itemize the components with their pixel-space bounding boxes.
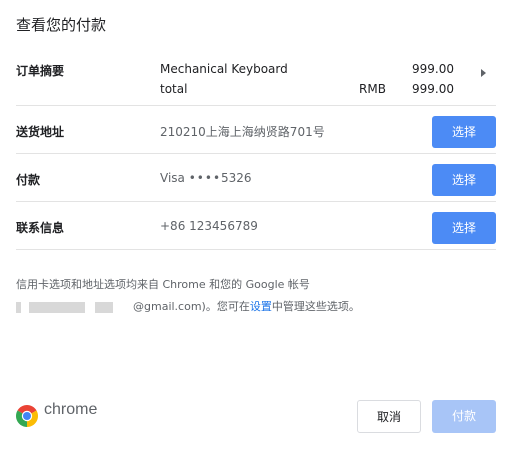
order-total-label: total — [160, 82, 188, 96]
contact-phone: +86 123456789 — [160, 219, 258, 233]
settings-link[interactable]: 设置 — [250, 300, 272, 313]
order-summary-row[interactable]: 订单摘要 Mechanical Keyboard 999.00 total RM… — [16, 50, 496, 106]
chrome-logo-icon — [16, 405, 38, 427]
redacted-email-part — [29, 301, 85, 313]
shipping-address: 210210上海上海纳贤路701号 — [160, 125, 325, 139]
shipping-choose-button[interactable]: 选择 — [432, 116, 496, 148]
shipping-row: 送货地址 210210上海上海纳贤路701号 选择 — [16, 106, 496, 154]
payment-row: 付款 Visa ••••5326 选择 — [16, 154, 496, 202]
chrome-wordmark: chrome — [44, 401, 98, 418]
contact-label: 联系信息 — [16, 221, 65, 235]
contact-choose-button[interactable]: 选择 — [432, 212, 496, 244]
order-item-name: Mechanical Keyboard — [160, 62, 288, 76]
redacted-email-part — [95, 301, 113, 313]
pay-button[interactable]: 付款 — [432, 400, 496, 433]
payment-choose-button[interactable]: 选择 — [432, 164, 496, 196]
card-brand: Visa — [160, 171, 185, 185]
payment-label: 付款 — [16, 173, 41, 187]
payment-card: Visa ••••5326 — [160, 171, 252, 185]
redacted-email-part — [16, 301, 21, 313]
info-line-1: 信用卡选项和地址选项均来自 Chrome 和您的 Google 帐号 — [16, 278, 310, 291]
info-line-2: @gmail.com)。您可在设置中管理这些选项。 — [16, 296, 416, 318]
order-item-price: 999.00 — [412, 62, 454, 76]
info-line-2-end: 中管理这些选项。 — [271, 300, 360, 313]
expand-triangle-icon[interactable] — [481, 69, 486, 77]
shipping-label: 送货地址 — [16, 125, 65, 139]
card-last4: 5326 — [221, 171, 252, 185]
cancel-button[interactable]: 取消 — [357, 400, 421, 433]
contact-row: 联系信息 +86 123456789 选择 — [16, 202, 496, 250]
email-suffix: @gmail.com)。您可在 — [133, 300, 250, 313]
card-mask-dots: •••• — [188, 171, 222, 185]
dialog-title: 查看您的付款 — [16, 16, 107, 34]
order-total-price: 999.00 — [412, 82, 454, 96]
info-text: 信用卡选项和地址选项均来自 Chrome 和您的 Google 帐号 @gmai… — [16, 274, 416, 318]
order-currency: RMB — [359, 82, 386, 96]
order-summary-label: 订单摘要 — [16, 64, 65, 78]
